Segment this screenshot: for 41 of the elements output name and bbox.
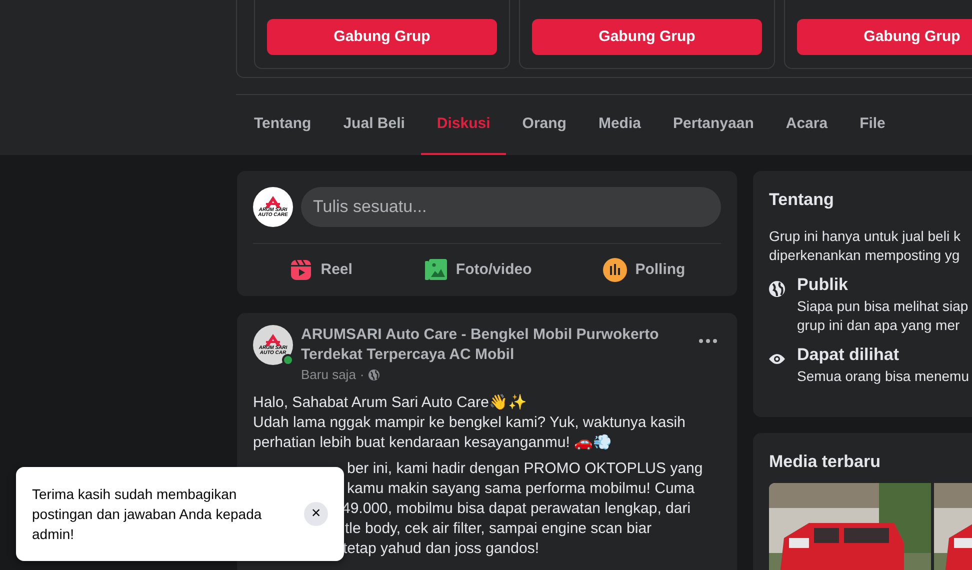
privacy-description: Semua orang bisa menemu (797, 366, 969, 386)
post-text: tle body, cek air filter, sampai engine scan biar (345, 520, 652, 536)
composer-action-button[interactable]: Polling (595, 252, 694, 288)
composer-action-button[interactable]: Reel (280, 252, 360, 288)
author-name[interactable]: ARUMSARI Auto Care - Bengkel Mobil Purwokerto Terdekat Terpercaya AC Mobil (301, 325, 661, 365)
post-text: kamu makin sayang sama performa mobilmu! Cuma (347, 480, 695, 496)
privacy-title: Publik (797, 274, 850, 294)
post-time[interactable]: Baru saja (301, 365, 356, 384)
privacy-title: Dapat dilihat (797, 344, 900, 364)
photo-icon (424, 258, 448, 282)
more-icon (699, 338, 717, 343)
globe-icon (769, 281, 785, 298)
group-tab[interactable]: Acara (770, 95, 844, 155)
globe-icon (368, 368, 380, 381)
toast-message: Terima kasih sudah membagikan postingan dan jawaban Anda kepada admin! (32, 485, 263, 544)
section-title: Tentang (769, 189, 835, 211)
eye-icon (769, 354, 785, 364)
post-input-field[interactable]: Tulis sesuatu... (301, 187, 721, 227)
reel-icon (288, 258, 313, 282)
post-text: tetap yahud dan joss gandos! (343, 540, 539, 556)
logo-mark-icon (264, 334, 282, 346)
separator-dot: · (360, 366, 364, 384)
poll-icon (603, 258, 628, 282)
group-tab[interactable]: File (844, 95, 902, 155)
post-text: Halo, Sahabat Arum Sari Auto Care👋✨ Udah lama nggak mampir ke bengkel kami? Yuk, waktunya kasih perhatian lebih buat kendaraan kesayanganmu! 🚗💨 (253, 392, 686, 452)
join-group-button[interactable]: Gabung Grup (532, 19, 762, 55)
group-tab[interactable]: Tentang (238, 95, 328, 155)
group-tab[interactable]: Pertanyaan (656, 95, 770, 155)
privacy-description: Siapa pun bisa melihat siap grup ini dan apa yang mer (797, 296, 968, 334)
join-group-button[interactable]: Gabung Grup (267, 19, 497, 55)
group-tab[interactable]: Jual Beli (327, 95, 421, 155)
join-group-button[interactable]: Gabung Grup (797, 19, 972, 55)
post-text: ber ini, kami hadir dengan PROMO OKTOPLUS yang (347, 460, 703, 476)
about-description: Grup ini hanya untuk jual beli k diperkenankan memposting yg (769, 226, 962, 264)
close-button[interactable]: × (304, 502, 328, 526)
section-title: Media terbaru (769, 451, 882, 473)
post-text: 49.000, mobilmu bisa dapat perawatan lengkap, dari (342, 500, 691, 516)
group-tab[interactable]: Media (582, 95, 657, 155)
logo-mark-icon (264, 196, 282, 208)
group-tab[interactable]: Orang (506, 95, 582, 155)
composer-action-button[interactable]: Foto/video (416, 252, 540, 288)
